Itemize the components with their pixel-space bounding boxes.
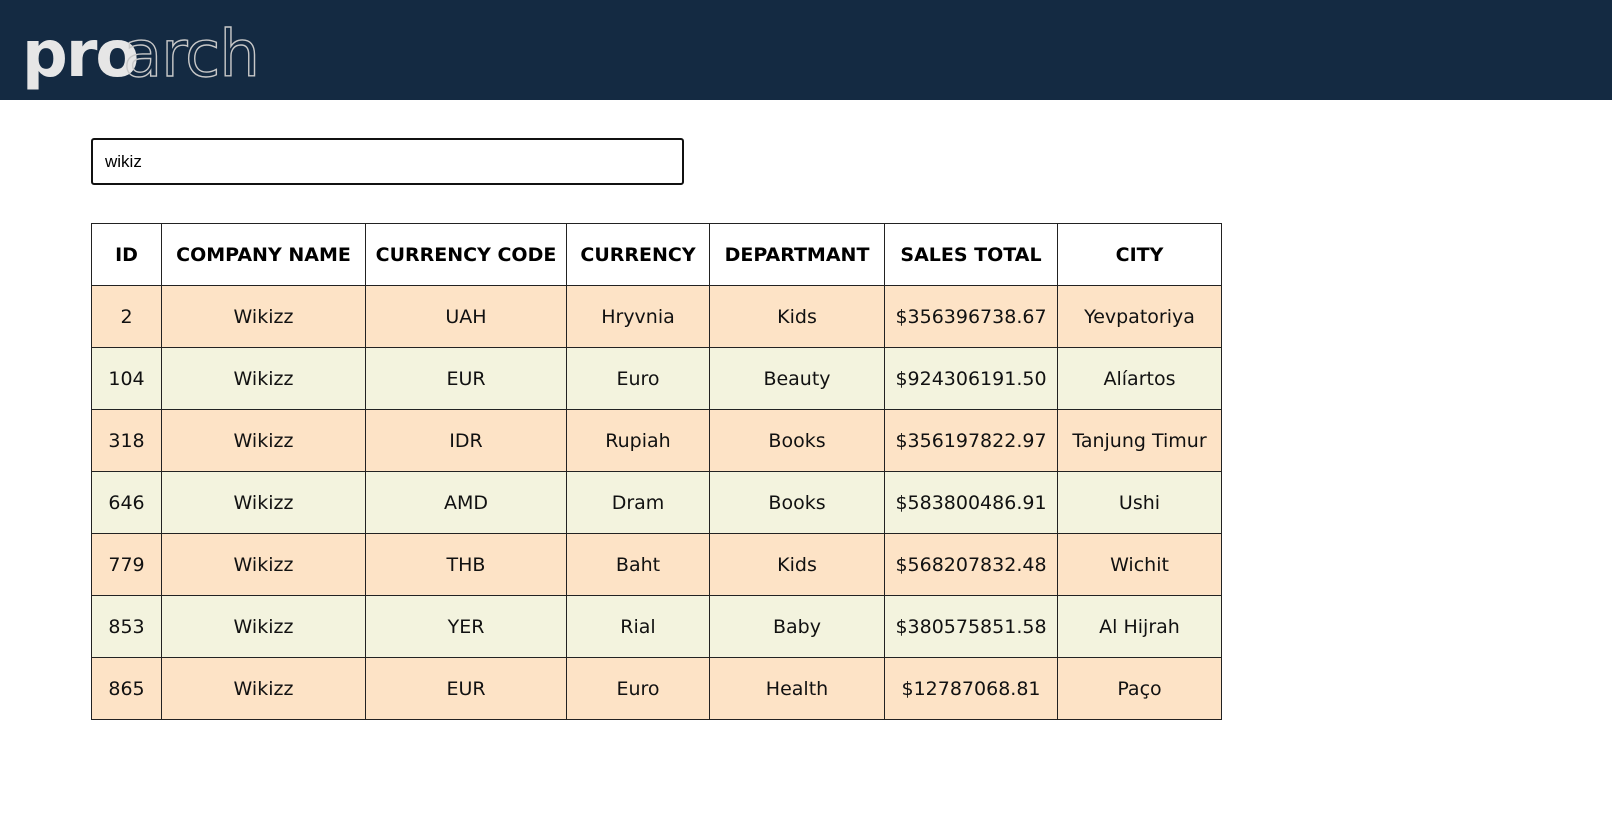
cell-city: Tanjung Timur bbox=[1057, 409, 1222, 472]
cell-id: 865 bbox=[91, 657, 162, 720]
cell-currency: Hryvnia bbox=[566, 285, 710, 348]
cell-currency-code: AMD bbox=[365, 471, 567, 534]
cell-city: Yevpatoriya bbox=[1057, 285, 1222, 348]
cell-currency-code: EUR bbox=[365, 657, 567, 720]
cell-currency-code: YER bbox=[365, 595, 567, 658]
cell-sales-total: $568207832.48 bbox=[884, 533, 1058, 596]
table-row[interactable]: 779 Wikizz THB Baht Kids $568207832.48 W… bbox=[91, 533, 1222, 596]
cell-company-name: Wikizz bbox=[161, 657, 366, 720]
table-row[interactable]: 646 Wikizz AMD Dram Books $583800486.91 … bbox=[91, 471, 1222, 534]
proarch-logo[interactable]: pro arch bbox=[22, 6, 272, 92]
column-header-currency-code[interactable]: CURRENCY CODE bbox=[365, 223, 567, 286]
cell-currency: Euro bbox=[566, 657, 710, 720]
cell-city: Al Hijrah bbox=[1057, 595, 1222, 658]
app-header: pro arch bbox=[0, 0, 1612, 100]
search-input[interactable] bbox=[91, 138, 684, 185]
cell-sales-total: $356396738.67 bbox=[884, 285, 1058, 348]
cell-currency-code: EUR bbox=[365, 347, 567, 410]
cell-sales-total: $380575851.58 bbox=[884, 595, 1058, 658]
table-row[interactable]: 853 Wikizz YER Rial Baby $380575851.58 A… bbox=[91, 595, 1222, 658]
cell-sales-total: $356197822.97 bbox=[884, 409, 1058, 472]
cell-currency: Rupiah bbox=[566, 409, 710, 472]
table-row[interactable]: 2 Wikizz UAH Hryvnia Kids $356396738.67 … bbox=[91, 285, 1222, 348]
cell-currency-code: THB bbox=[365, 533, 567, 596]
cell-department: Books bbox=[709, 471, 885, 534]
cell-company-name: Wikizz bbox=[161, 409, 366, 472]
cell-currency-code: IDR bbox=[365, 409, 567, 472]
column-header-company-name[interactable]: COMPANY NAME bbox=[161, 223, 366, 286]
cell-id: 646 bbox=[91, 471, 162, 534]
cell-city: Ushi bbox=[1057, 471, 1222, 534]
cell-company-name: Wikizz bbox=[161, 595, 366, 658]
cell-id: 779 bbox=[91, 533, 162, 596]
data-table: ID COMPANY NAME CURRENCY CODE CURRENCY D… bbox=[91, 223, 1222, 720]
cell-currency: Baht bbox=[566, 533, 710, 596]
cell-company-name: Wikizz bbox=[161, 533, 366, 596]
cell-department: Kids bbox=[709, 533, 885, 596]
table-row[interactable]: 104 Wikizz EUR Euro Beauty $924306191.50… bbox=[91, 347, 1222, 410]
column-header-sales-total[interactable]: SALES TOTAL bbox=[884, 223, 1058, 286]
cell-id: 2 bbox=[91, 285, 162, 348]
logo-text-outline: arch bbox=[123, 18, 259, 92]
table-header-row: ID COMPANY NAME CURRENCY CODE CURRENCY D… bbox=[91, 223, 1222, 286]
cell-company-name: Wikizz bbox=[161, 471, 366, 534]
table-row[interactable]: 865 Wikizz EUR Euro Health $12787068.81 … bbox=[91, 657, 1222, 720]
column-header-department[interactable]: DEPARTMANT bbox=[709, 223, 885, 286]
cell-city: Paço bbox=[1057, 657, 1222, 720]
logo-wordmark: pro arch bbox=[22, 17, 261, 92]
cell-department: Baby bbox=[709, 595, 885, 658]
cell-currency-code: UAH bbox=[365, 285, 567, 348]
cell-company-name: Wikizz bbox=[161, 347, 366, 410]
cell-id: 318 bbox=[91, 409, 162, 472]
column-header-id[interactable]: ID bbox=[91, 223, 162, 286]
cell-company-name: Wikizz bbox=[161, 285, 366, 348]
cell-sales-total: $12787068.81 bbox=[884, 657, 1058, 720]
logo-text-bold: pro bbox=[22, 18, 137, 92]
cell-department: Health bbox=[709, 657, 885, 720]
cell-sales-total: $583800486.91 bbox=[884, 471, 1058, 534]
search-container bbox=[91, 138, 684, 185]
column-header-city[interactable]: CITY bbox=[1057, 223, 1222, 286]
column-header-currency[interactable]: CURRENCY bbox=[566, 223, 710, 286]
cell-department: Kids bbox=[709, 285, 885, 348]
cell-sales-total: $924306191.50 bbox=[884, 347, 1058, 410]
cell-department: Beauty bbox=[709, 347, 885, 410]
cell-currency: Dram bbox=[566, 471, 710, 534]
cell-city: Wichit bbox=[1057, 533, 1222, 596]
cell-currency: Rial bbox=[566, 595, 710, 658]
cell-currency: Euro bbox=[566, 347, 710, 410]
table-row[interactable]: 318 Wikizz IDR Rupiah Books $356197822.9… bbox=[91, 409, 1222, 472]
cell-id: 853 bbox=[91, 595, 162, 658]
cell-city: Alíartos bbox=[1057, 347, 1222, 410]
cell-department: Books bbox=[709, 409, 885, 472]
cell-id: 104 bbox=[91, 347, 162, 410]
